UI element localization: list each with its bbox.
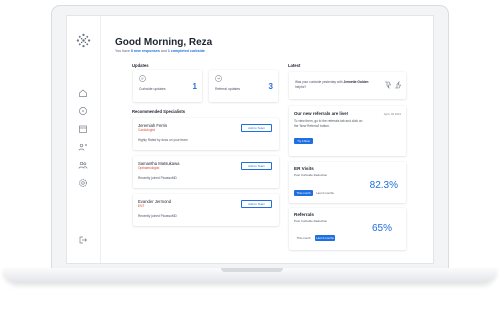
app-screen: Good Morning, Reza You have 5 new respon… bbox=[66, 15, 434, 264]
feedback-question-text: Was your curbside yesterday with bbox=[295, 80, 343, 84]
specialist-role: Opthalmologist bbox=[138, 166, 160, 170]
calendar-icon[interactable] bbox=[78, 124, 88, 134]
specialists-title: Recommended Specialists bbox=[132, 109, 186, 114]
specialist-note: Recently joined PicassoMD bbox=[138, 176, 177, 180]
specialist-role: Cardiologist bbox=[138, 128, 155, 132]
tab-last-3-months[interactable]: Last 3 months bbox=[315, 190, 335, 196]
tab-this-month[interactable]: This month bbox=[294, 235, 313, 241]
referral-updates-label: Referral updates bbox=[215, 87, 241, 91]
feedback-question: Was your curbside yesterday with Jennett… bbox=[295, 80, 373, 90]
chat-bubble-icon bbox=[139, 75, 146, 82]
latest-title: Latest bbox=[288, 63, 301, 68]
completed-curbside-link[interactable]: 1 completed curbside bbox=[168, 49, 205, 53]
er-visits-value: 82.3% bbox=[369, 180, 398, 191]
page-title: Good Morning, Reza bbox=[115, 37, 213, 48]
news-card: Our new referrals are live! April, 30 20… bbox=[289, 106, 406, 156]
people-icon[interactable] bbox=[78, 160, 88, 170]
specialist-role: ENT bbox=[138, 204, 145, 208]
laptop-notch bbox=[221, 268, 283, 272]
referrals-value: 65% bbox=[371, 223, 392, 234]
updates-title: Updates bbox=[132, 63, 149, 68]
settings-icon[interactable] bbox=[78, 178, 88, 188]
logout-icon[interactable] bbox=[78, 235, 88, 245]
feedback-card: Was your curbside yesterday with Jennett… bbox=[289, 72, 406, 99]
er-visits-card: ER Visits Post Curbside Reduction This m… bbox=[289, 162, 406, 203]
news-title: Our new referrals are live! bbox=[294, 111, 349, 116]
specialist-card: Jeremiah Ferris Cardiologist Highly Rate… bbox=[133, 118, 279, 150]
tab-this-month[interactable]: This month bbox=[294, 190, 313, 196]
summary-prefix: You have bbox=[115, 49, 130, 53]
specialist-note: Highly Rated by docs on your team bbox=[138, 138, 188, 142]
referrals-subtitle: Post Curbside Reduction bbox=[294, 219, 328, 223]
feedback-doctor-name: Jennette Golden bbox=[343, 80, 369, 84]
referral-updates-count: 3 bbox=[268, 82, 273, 91]
specialist-note: Recently joined PicassoMD bbox=[138, 214, 177, 218]
er-visits-subtitle: Post Curbside Reduction bbox=[294, 173, 328, 177]
logo-icon bbox=[76, 33, 91, 48]
summary-text: You have 5 new responses and 1 completed… bbox=[115, 49, 205, 53]
add-to-team-button[interactable]: Add to Team bbox=[241, 124, 272, 132]
feedback-question-tail: helpful? bbox=[295, 85, 307, 89]
specialist-card: Evander Jermond ENT Recently joined Pica… bbox=[133, 194, 279, 226]
curbside-updates-card[interactable]: Curbside updates 1 bbox=[133, 70, 202, 102]
news-body: To view them, go to the referrals tab an… bbox=[294, 119, 363, 128]
er-visits-title: ER Visits bbox=[294, 166, 314, 171]
referrals-card: Referrals Post Curbside Reduction This m… bbox=[289, 208, 406, 250]
referral-updates-card[interactable]: Referral updates 3 bbox=[209, 70, 278, 102]
new-responses-link[interactable]: 5 new responses bbox=[131, 49, 160, 53]
tab-last-3-months[interactable]: Last 3 months bbox=[315, 235, 335, 241]
team-icon[interactable] bbox=[78, 142, 88, 152]
try-it-now-button[interactable]: Try it Now bbox=[294, 138, 313, 144]
thumbs-down-icon[interactable] bbox=[384, 81, 392, 89]
referral-icon bbox=[215, 75, 222, 82]
curbside-updates-label: Curbside updates bbox=[139, 87, 166, 91]
thumbs-up-icon[interactable] bbox=[394, 81, 402, 89]
news-date: April, 30 2021 bbox=[383, 112, 401, 116]
referrals-title: Referrals bbox=[294, 212, 314, 217]
compass-icon[interactable] bbox=[78, 106, 88, 116]
laptop-base bbox=[3, 268, 497, 283]
summary-mid: and bbox=[160, 49, 167, 53]
specialist-card: Samantha Matsukawa Opthalmologist Recent… bbox=[133, 156, 279, 188]
home-icon[interactable] bbox=[78, 88, 88, 98]
add-to-team-button[interactable]: Add to Team bbox=[241, 162, 272, 170]
curbside-updates-count: 1 bbox=[192, 82, 197, 91]
sidebar bbox=[67, 16, 101, 263]
add-to-team-button[interactable]: Add to Team bbox=[241, 200, 272, 208]
